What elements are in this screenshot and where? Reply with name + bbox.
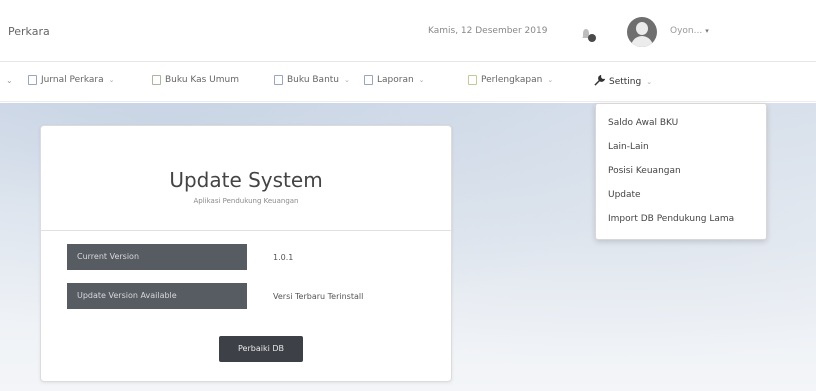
chevron-down-icon[interactable]: ⌄ — [6, 76, 13, 85]
book-icon — [152, 75, 161, 85]
divider — [41, 230, 451, 231]
menu-item-perlengkapan[interactable]: Perlengkapan ⌄ — [468, 75, 553, 85]
username-label: Oyon... — [670, 26, 703, 36]
document-icon — [468, 75, 477, 85]
menu-label: Buku Kas Umum — [165, 75, 240, 85]
update-version-value: Versi Terbaru Terinstall — [273, 292, 364, 301]
dropdown-item-posisi-keuangan[interactable]: Posisi Keuangan — [608, 166, 681, 176]
chevron-down-icon: ⌄ — [418, 76, 425, 84]
chevron-down-icon: ⌄ — [646, 78, 653, 86]
menu-label: Perlengkapan — [481, 75, 543, 85]
menu-item-setting[interactable]: Setting ⌄ — [594, 74, 653, 89]
menu-label: Buku Bantu — [287, 75, 340, 85]
top-header: Perkara Kamis, 12 Desember 2019 Oyon... ▾ — [0, 0, 816, 62]
document-icon — [274, 75, 283, 85]
caret-down-icon: ▾ — [705, 27, 709, 35]
chevron-down-icon: ⌄ — [344, 76, 350, 84]
update-system-card: Update System Aplikasi Pendukung Keuanga… — [40, 125, 452, 382]
chevron-down-icon: ⌄ — [108, 76, 115, 84]
current-version-value: 1.0.1 — [273, 253, 294, 262]
notification-bell-icon[interactable] — [580, 26, 598, 44]
dropdown-item-lain-lain[interactable]: Lain-Lain — [608, 142, 649, 152]
app-title: Perkara — [8, 25, 50, 38]
menu-item-buku-kas-umum[interactable]: Buku Kas Umum — [152, 75, 239, 85]
setting-dropdown-menu: Saldo Awal BKU Lain-Lain Posisi Keuangan… — [595, 103, 767, 240]
main-menu-bar: ⌄ Jurnal Perkara ⌄ Buku Kas Umum Buku Ba… — [0, 62, 816, 102]
menu-label: Laporan — [377, 75, 414, 85]
wrench-icon — [594, 74, 606, 89]
document-icon — [364, 75, 373, 85]
date-display: Kamis, 12 Desember 2019 — [428, 26, 548, 36]
current-version-label: Current Version — [67, 244, 247, 270]
chevron-down-icon: ⌄ — [547, 76, 554, 84]
menu-label: Jurnal Perkara — [41, 75, 104, 85]
dropdown-item-import-db[interactable]: Import DB Pendukung Lama — [608, 214, 734, 224]
menu-item-jurnal-perkara[interactable]: Jurnal Perkara ⌄ — [28, 75, 114, 85]
menu-item-laporan[interactable]: Laporan ⌄ — [364, 75, 425, 85]
update-version-label: Update Version Available — [67, 283, 247, 309]
card-subtitle: Aplikasi Pendukung Keuangan — [193, 197, 299, 205]
user-menu[interactable]: Oyon... ▾ — [670, 26, 709, 36]
menu-item-buku-bantu[interactable]: Buku Bantu ⌄ — [274, 75, 350, 85]
menu-label: Setting — [609, 77, 642, 87]
perbaiki-db-button[interactable]: Perbaiki DB — [219, 336, 303, 362]
document-icon — [28, 75, 37, 85]
dropdown-item-update[interactable]: Update — [608, 190, 641, 200]
card-title: Update System — [169, 168, 323, 192]
dropdown-item-saldo-awal-bku[interactable]: Saldo Awal BKU — [608, 118, 678, 128]
user-avatar[interactable] — [627, 17, 657, 47]
